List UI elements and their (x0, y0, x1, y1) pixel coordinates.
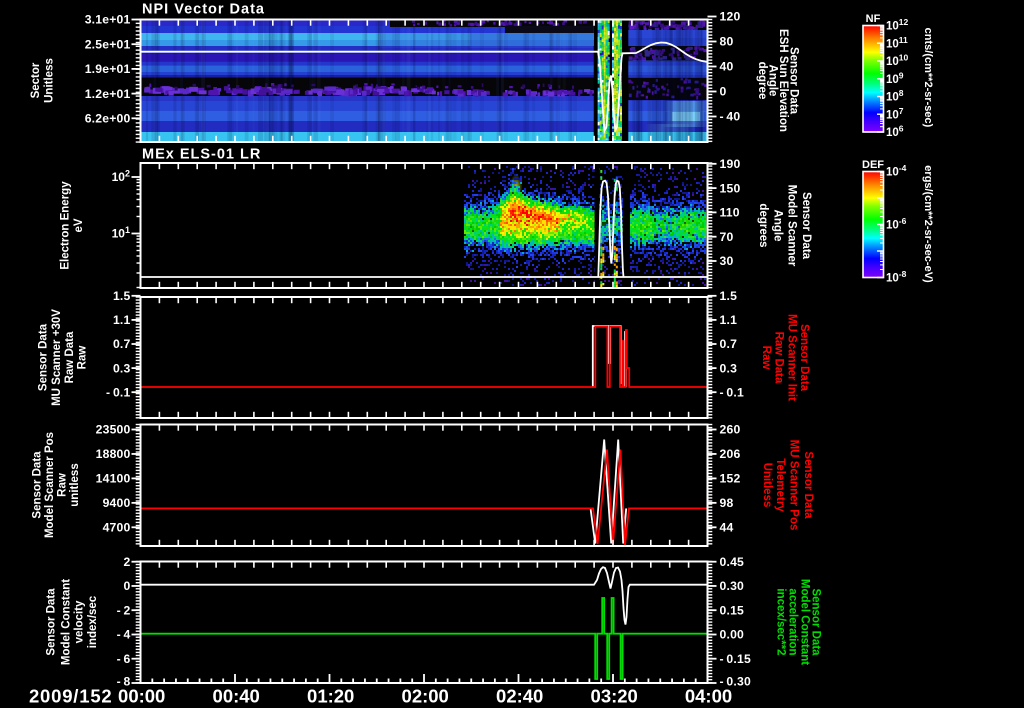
svg-text:index/sec: index/sec (87, 595, 99, 648)
svg-text:04:00: 04:00 (685, 686, 732, 707)
svg-text:Sensor Data: Sensor Data (800, 192, 812, 260)
svg-text:23500: 23500 (96, 423, 131, 437)
svg-text:Sector: Sector (30, 62, 42, 98)
svg-text:Sensor Data: Sensor Data (798, 324, 810, 392)
svg-text:152: 152 (720, 472, 741, 486)
svg-text:1.2e+01: 1.2e+01 (85, 87, 131, 101)
svg-text:0.00: 0.00 (720, 628, 745, 642)
svg-text:degrees: degrees (757, 203, 769, 247)
svg-text:110: 110 (720, 206, 740, 220)
svg-text:- 40: - 40 (720, 110, 741, 124)
svg-text:cnts/(cm**2-sr-sec): cnts/(cm**2-sr-sec) (922, 28, 934, 128)
svg-text:0: 0 (720, 85, 727, 99)
svg-text:44: 44 (720, 521, 734, 535)
svg-text:0.7: 0.7 (113, 337, 131, 351)
svg-text:- 0.1: - 0.1 (106, 385, 130, 399)
svg-text:4700: 4700 (103, 521, 131, 535)
svg-text:Sensor Data: Sensor Data (802, 451, 814, 519)
svg-text:Model Scanner Pos: Model Scanner Pos (44, 432, 56, 538)
svg-text:0.45: 0.45 (720, 555, 745, 569)
svg-text:Raw: Raw (77, 346, 89, 370)
svg-text:1.1: 1.1 (720, 313, 738, 327)
svg-text:6.2e+00: 6.2e+00 (85, 112, 131, 126)
svg-text:incex/sec**2: incex/sec**2 (774, 588, 786, 655)
svg-text:- 2: - 2 (117, 603, 131, 617)
svg-text:120: 120 (720, 10, 741, 24)
svg-text:9400: 9400 (103, 496, 131, 510)
svg-text:Sensor Data: Sensor Data (810, 588, 822, 656)
svg-text:Sensor Data: Sensor Data (46, 588, 58, 656)
svg-text:Angle: Angle (772, 210, 784, 242)
svg-text:Telemetry: Telemetry (774, 458, 786, 512)
svg-text:- 0.15: - 0.15 (720, 652, 751, 666)
svg-text:Unitless: Unitless (761, 463, 773, 508)
svg-text:- 4: - 4 (117, 628, 131, 642)
svg-text:1.1: 1.1 (113, 313, 131, 327)
svg-text:- 6: - 6 (117, 652, 131, 666)
svg-text:3.1e+01: 3.1e+01 (85, 13, 131, 27)
svg-text:0.30: 0.30 (720, 579, 745, 593)
svg-text:Unitless: Unitless (44, 58, 56, 103)
svg-text:206: 206 (720, 447, 741, 461)
svg-text:0.3: 0.3 (720, 361, 738, 375)
svg-text:Model Constant: Model Constant (61, 579, 73, 665)
svg-text:80: 80 (720, 35, 734, 49)
svg-text:03:20: 03:20 (591, 686, 638, 707)
svg-text:ergs/(cm**2-sr-sec-eV): ergs/(cm**2-sr-sec-eV) (922, 165, 934, 283)
svg-text:Model Constant: Model Constant (798, 579, 810, 665)
svg-text:MU Scanner Init: MU Scanner Init (786, 314, 798, 401)
svg-text:NF: NF (866, 13, 881, 25)
svg-text:unitless: unitless (69, 463, 81, 506)
svg-text:14100: 14100 (96, 472, 131, 486)
svg-text:Sensor Data: Sensor Data (32, 451, 44, 519)
svg-text:30: 30 (720, 254, 734, 268)
svg-text:Electron Energy: Electron Energy (60, 181, 72, 270)
svg-text:1.5: 1.5 (720, 289, 738, 303)
svg-text:Raw: Raw (57, 473, 69, 497)
svg-text:0: 0 (124, 579, 131, 593)
svg-text:0.15: 0.15 (720, 603, 745, 617)
svg-text:02:40: 02:40 (496, 686, 543, 707)
svg-text:40: 40 (720, 60, 734, 74)
svg-text:degree: degree (756, 62, 768, 100)
svg-text:MU Scanner +30V: MU Scanner +30V (51, 309, 63, 406)
svg-text:98: 98 (720, 496, 734, 510)
svg-text:150: 150 (720, 181, 741, 195)
svg-text:MU Scanner Pos: MU Scanner Pos (788, 440, 800, 531)
svg-text:DEF: DEF (862, 159, 884, 171)
svg-text:00:40: 00:40 (213, 686, 260, 707)
svg-text:190: 190 (720, 157, 741, 171)
svg-text:Raw Data: Raw Data (64, 331, 76, 383)
svg-text:02:00: 02:00 (402, 686, 449, 707)
svg-text:Sensor Data: Sensor Data (38, 323, 50, 391)
svg-text:70: 70 (720, 230, 734, 244)
svg-text:2: 2 (124, 555, 131, 569)
svg-text:- 0.1: - 0.1 (720, 385, 744, 399)
svg-text:velocity: velocity (74, 600, 86, 643)
svg-text:260: 260 (720, 423, 741, 437)
svg-text:01:20: 01:20 (307, 686, 354, 707)
svg-text:2.5e+01: 2.5e+01 (85, 37, 131, 51)
svg-text:NPI Vector Data: NPI Vector Data (142, 2, 265, 18)
svg-text:Model Scanner: Model Scanner (786, 185, 798, 267)
svg-text:00:00: 00:00 (118, 686, 165, 707)
svg-text:eV: eV (73, 218, 85, 232)
svg-text:0.3: 0.3 (113, 361, 131, 375)
svg-text:18800: 18800 (96, 447, 131, 461)
svg-text:MEx ELS-01 LR: MEx ELS-01 LR (142, 147, 261, 163)
svg-text:1.9e+01: 1.9e+01 (85, 62, 131, 76)
svg-text:Raw: Raw (760, 346, 772, 370)
svg-text:0.7: 0.7 (720, 337, 738, 351)
svg-text:1.5: 1.5 (113, 289, 131, 303)
svg-text:Raw Data: Raw Data (772, 332, 784, 384)
svg-text:acceleration: acceleration (786, 588, 798, 655)
svg-text:2009/152: 2009/152 (29, 686, 113, 707)
